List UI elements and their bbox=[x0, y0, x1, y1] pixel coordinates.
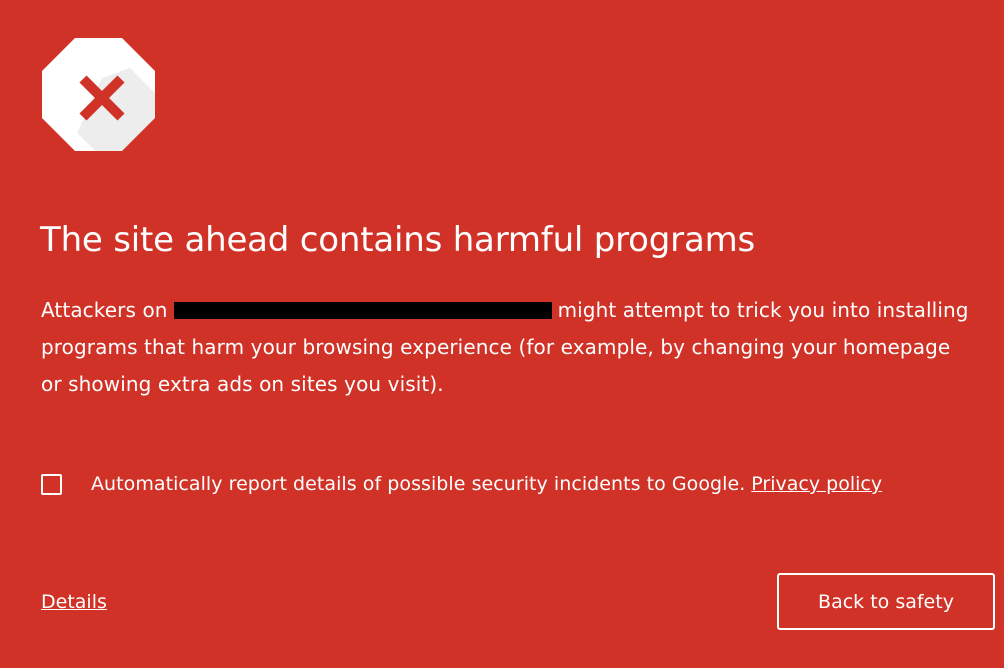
privacy-policy-link[interactable]: Privacy policy bbox=[751, 473, 882, 495]
report-label: Automatically report details of possible… bbox=[91, 473, 746, 495]
report-checkbox[interactable] bbox=[41, 473, 62, 495]
details-link[interactable]: Details bbox=[41, 591, 107, 613]
message-prefix: Attackers on bbox=[41, 298, 168, 322]
page-title: The site ahead contains harmful programs bbox=[40, 220, 756, 260]
redacted-site-name bbox=[173, 302, 552, 319]
stop-sign-x-icon bbox=[42, 38, 155, 151]
back-to-safety-button[interactable]: Back to safety bbox=[777, 573, 995, 630]
warning-message: Attackers on might attempt to trick you i… bbox=[41, 292, 971, 403]
report-option: Automatically report details of possible… bbox=[41, 470, 882, 498]
